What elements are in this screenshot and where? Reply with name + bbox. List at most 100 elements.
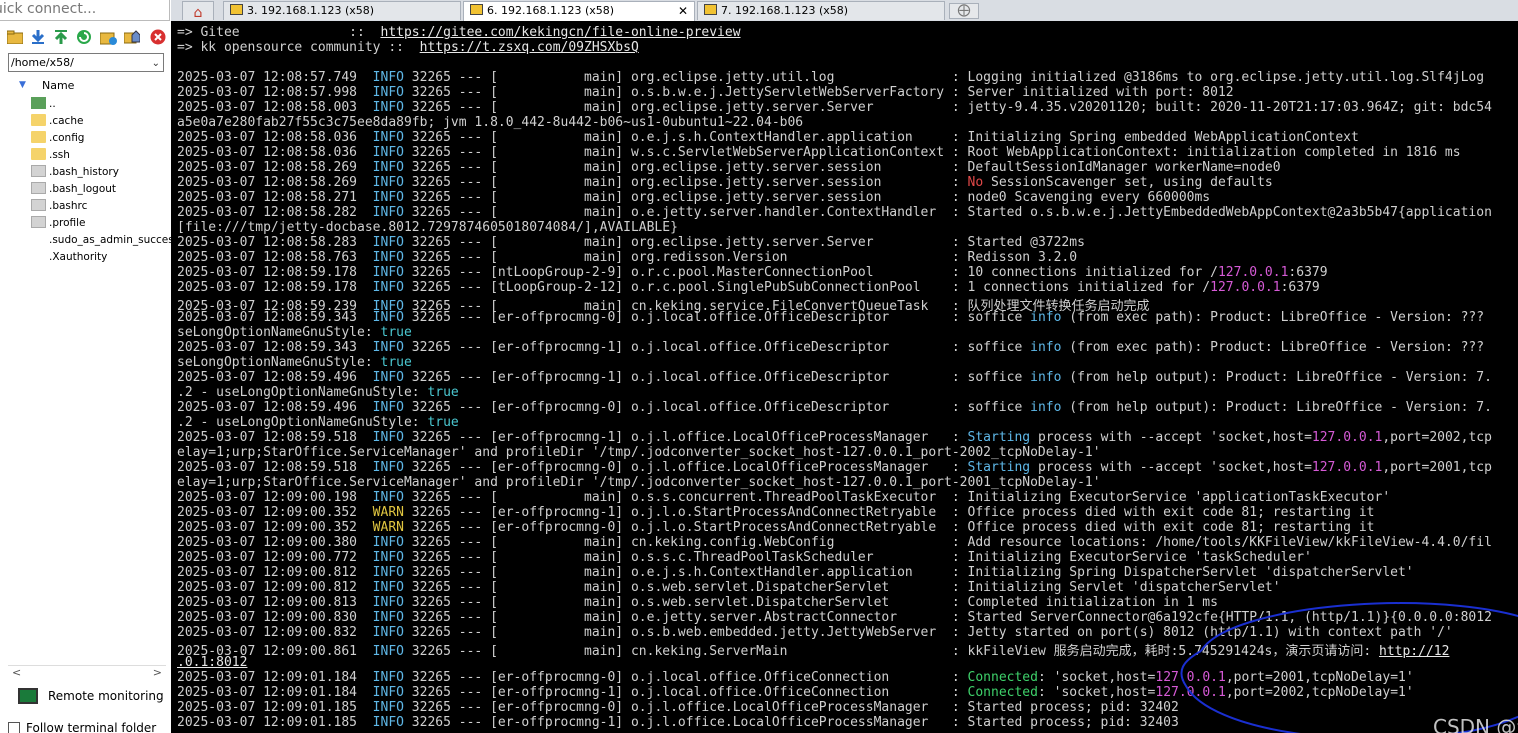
tab-session-6[interactable]: 6. 192.168.1.123 (x58) ✕ — [463, 1, 695, 22]
new-tab-button[interactable]: ⨁ — [949, 3, 979, 19]
log-segment: .2 - useLongOptionNameGnuStyle: — [177, 385, 428, 400]
log-line: seLongOptionNameGnuStyle: true — [177, 355, 1492, 370]
scroll-right-icon[interactable]: > — [153, 666, 162, 679]
log-segment: 127.0.0.1 — [1155, 670, 1226, 685]
new-folder-icon[interactable] — [99, 28, 117, 46]
log-segment: elay=1;urp;StarOffice.ServiceManager' an… — [177, 475, 1101, 490]
log-link[interactable]: https://gitee.com/kekingcn/file-online-p… — [381, 25, 741, 40]
tree-column-header[interactable]: ▼ Name — [0, 78, 171, 94]
log-line: 2025-03-07 12:09:01.185 INFO 32265 --- [… — [177, 715, 1492, 730]
checkbox-box[interactable] — [8, 722, 20, 733]
log-line: => kk opensource community :: https://t.… — [177, 40, 1492, 55]
download-icon[interactable] — [29, 28, 47, 46]
refresh-icon[interactable] — [75, 28, 93, 46]
folder-icon — [31, 148, 46, 160]
log-segment: INFO — [372, 130, 404, 145]
log-line: 2025-03-07 12:08:57.749 INFO 32265 --- [… — [177, 70, 1492, 85]
home-tab[interactable]: ⌂ — [182, 1, 214, 21]
horizontal-scrollbar[interactable]: < > — [8, 665, 166, 680]
file-icon — [31, 199, 46, 211]
scroll-left-icon[interactable]: < — [12, 666, 21, 679]
log-segment: 32265 --- [er-offprocmng-1] o.j.local.of… — [403, 370, 1031, 385]
log-segment: SessionScavenger set, using defaults — [983, 175, 1273, 190]
terminal-session-icon — [704, 4, 717, 15]
log-line: 2025-03-07 12:09:00.352 WARN 32265 --- [… — [177, 520, 1492, 535]
log-segment: INFO — [372, 265, 404, 280]
log-segment: 32265 --- [er-offprocmng-1] o.j.l.office… — [403, 715, 1179, 730]
log-segment: ,port=2002,tcp — [1382, 430, 1492, 445]
log-segment: 2025-03-07 12:08:58.269 — [177, 175, 373, 190]
upload-icon[interactable] — [52, 28, 70, 46]
tree-item[interactable]: .config — [31, 130, 171, 147]
path-dropdown[interactable]: /home/x58/ ⌄ — [8, 53, 164, 72]
log-segment: INFO — [372, 250, 404, 265]
tree-item[interactable]: .bash_history — [31, 164, 171, 181]
tree-item[interactable]: .bashrc — [31, 198, 171, 215]
log-line: 2025-03-07 12:08:59.518 INFO 32265 --- [… — [177, 430, 1492, 445]
log-segment: INFO — [372, 625, 404, 640]
log-line: => Gitee :: https://gitee.com/kekingcn/f… — [177, 25, 1492, 40]
log-segment: 2025-03-07 12:09:00.380 — [177, 535, 373, 550]
log-line: 2025-03-07 12:09:00.832 INFO 32265 --- [… — [177, 625, 1492, 640]
tree-item[interactable]: .sudo_as_admin_succes — [31, 232, 171, 249]
follow-terminal-folder-checkbox[interactable]: Follow terminal folder — [8, 719, 171, 733]
home-icon[interactable] — [123, 28, 141, 46]
session-tab-strip: ⌂ 3. 192.168.1.123 (x58) 6. 192.168.1.12… — [171, 0, 1518, 22]
log-line: 2025-03-07 12:08:58.271 INFO 32265 --- [… — [177, 190, 1492, 205]
log-segment: INFO — [372, 535, 404, 550]
log-segment: .2 - useLongOptionNameGnuStyle: — [177, 415, 428, 430]
log-line: 2025-03-07 12:09:01.184 INFO 32265 --- [… — [177, 670, 1492, 685]
chevron-down-icon[interactable]: ⌄ — [152, 55, 160, 73]
log-segment: 32265 --- [ main] org.eclipse.jetty.serv… — [403, 235, 1085, 250]
open-folder-icon[interactable] — [6, 28, 24, 46]
delete-icon[interactable] — [149, 28, 167, 46]
tree-item[interactable]: .profile — [31, 215, 171, 232]
file-icon — [31, 182, 46, 194]
log-line: seLongOptionNameGnuStyle: true — [177, 325, 1492, 340]
log-segment: 32265 --- [er-offprocmng-0] o.j.l.o.Star… — [403, 520, 1375, 535]
collapse-arrow-icon[interactable]: ▼ — [19, 80, 26, 90]
terminal-output[interactable]: => Gitee :: https://gitee.com/kekingcn/f… — [171, 21, 1518, 733]
log-segment: true — [427, 385, 459, 400]
monitor-icon — [18, 688, 38, 704]
remote-monitoring-button[interactable]: Remote monitoring — [18, 686, 168, 708]
log-segment: 2025-03-07 12:09:01.184 — [177, 685, 373, 700]
close-tab-icon[interactable]: ✕ — [678, 2, 688, 20]
log-segment: 2025-03-07 12:08:59.518 — [177, 430, 373, 445]
log-segment: INFO — [372, 340, 404, 355]
log-segment: 2025-03-07 12:09:00.812 — [177, 565, 373, 580]
tree-item[interactable]: .cache — [31, 113, 171, 130]
log-line: 2025-03-07 12:08:58.036 INFO 32265 --- [… — [177, 145, 1492, 160]
log-segment: 32265 --- [ntLoopGroup-2-9] o.r.c.pool.M… — [403, 265, 1218, 280]
tree-item[interactable]: .Xauthority — [31, 249, 171, 266]
log-segment: ,port=2002,tcpNoDelay=1' — [1225, 685, 1414, 700]
tree-item[interactable]: .ssh — [31, 147, 171, 164]
tab-session-7[interactable]: 7. 192.168.1.123 (x58) — [697, 1, 945, 20]
log-segment: INFO — [372, 370, 404, 385]
log-link[interactable]: https://t.zsxq.com/09ZHSXbsQ — [420, 40, 639, 55]
log-segment: => kk opensource community :: — [177, 40, 420, 55]
log-segment: 2025-03-07 12:08:57.749 — [177, 70, 373, 85]
log-segment: info — [1030, 370, 1062, 385]
tree-item[interactable]: .. — [31, 96, 171, 113]
log-segment: 2025-03-07 12:08:58.763 — [177, 250, 373, 265]
log-segment: 32265 --- [ main] org.eclipse.jetty.serv… — [403, 100, 1492, 115]
log-line: 2025-03-07 12:09:00.830 INFO 32265 --- [… — [177, 610, 1492, 625]
quick-connect-input[interactable]: uick connect... — [0, 0, 170, 21]
log-line: 2025-03-07 12:09:00.198 INFO 32265 --- [… — [177, 490, 1492, 505]
log-segment: 127.0.0.1 — [1311, 460, 1383, 475]
log-segment: 32265 --- [ main] org.eclipse.jetty.serv… — [403, 190, 1211, 205]
folder-icon — [31, 131, 46, 143]
log-segment: process with --accept 'socket,host= — [1030, 460, 1312, 475]
log-segment: seLongOptionNameGnuStyle: — [177, 325, 381, 340]
tree-item[interactable]: .bash_logout — [31, 181, 171, 198]
log-segment: info — [1030, 400, 1062, 415]
log-link[interactable]: .0.1:8012 — [177, 655, 247, 670]
tab-session-3[interactable]: 3. 192.168.1.123 (x58) — [223, 1, 461, 20]
log-link[interactable]: http://12 — [1379, 644, 1449, 659]
tab-label: 6. 192.168.1.123 (x58) — [487, 4, 615, 17]
log-segment: INFO — [372, 430, 404, 445]
log-line: .2 - useLongOptionNameGnuStyle: true — [177, 415, 1492, 430]
log-segment: 32265 --- [er-offprocmng-1] o.j.local.of… — [403, 685, 968, 700]
